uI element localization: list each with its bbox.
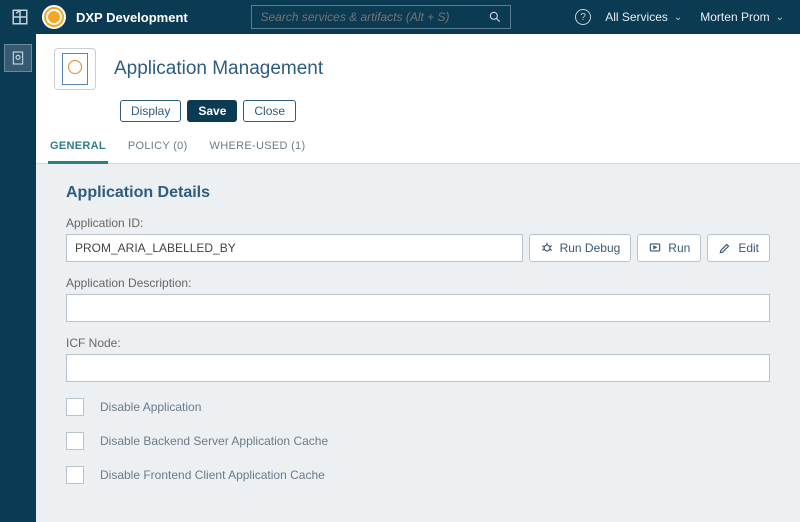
disable-frontend-label: Disable Frontend Client Application Cach…	[100, 468, 325, 482]
app-tile-icon	[54, 48, 96, 90]
chevron-down-icon: ⌄	[674, 12, 682, 23]
page-title: Application Management	[114, 58, 323, 80]
global-search[interactable]	[251, 5, 511, 29]
app-id-input[interactable]	[66, 234, 523, 262]
tab-policy[interactable]: POLICY (0)	[126, 132, 190, 163]
icf-node-label: ICF Node:	[66, 336, 770, 350]
brand-title: DXP Development	[76, 10, 188, 25]
tab-where-used[interactable]: WHERE-USED (1)	[208, 132, 308, 163]
icf-node-input[interactable]	[66, 354, 770, 382]
edit-button[interactable]: Edit	[707, 234, 770, 262]
disable-app-label: Disable Application	[100, 400, 201, 414]
run-icon	[648, 241, 662, 255]
all-services-menu[interactable]: All Services ⌄	[601, 10, 686, 24]
app-id-label: Application ID:	[66, 216, 770, 230]
bug-icon	[540, 241, 554, 255]
search-input[interactable]	[260, 10, 480, 24]
disable-frontend-checkbox[interactable]	[66, 466, 84, 484]
main-area: Application Management Display Save Clos…	[36, 34, 800, 522]
save-button[interactable]: Save	[187, 100, 237, 122]
section-title: Application Details	[66, 184, 770, 202]
user-menu[interactable]: Morten Prom ⌄	[696, 10, 788, 24]
disable-app-checkbox[interactable]	[66, 398, 84, 416]
sidebar-item-app[interactable]	[4, 44, 32, 72]
run-debug-button[interactable]: Run Debug	[529, 234, 632, 262]
app-desc-input[interactable]	[66, 294, 770, 322]
tabs: GENERAL POLICY (0) WHERE-USED (1)	[36, 132, 800, 164]
app-desc-label: Application Description:	[66, 276, 770, 290]
app-launcher-icon[interactable]	[8, 5, 32, 29]
tab-general[interactable]: GENERAL	[48, 132, 108, 164]
chevron-down-icon: ⌄	[776, 12, 784, 23]
avatar[interactable]	[42, 5, 66, 29]
edit-icon	[718, 241, 732, 255]
disable-backend-label: Disable Backend Server Application Cache	[100, 434, 328, 448]
help-icon[interactable]: ?	[575, 9, 591, 25]
top-bar: DXP Development ? All Services ⌄ Morten …	[0, 0, 800, 34]
tab-content: Application Details Application ID: Run …	[36, 164, 800, 522]
disable-backend-checkbox[interactable]	[66, 432, 84, 450]
run-button[interactable]: Run	[637, 234, 701, 262]
display-button[interactable]: Display	[120, 100, 181, 122]
close-button[interactable]: Close	[243, 100, 296, 122]
search-icon	[488, 10, 502, 24]
left-sidebar	[0, 34, 36, 522]
